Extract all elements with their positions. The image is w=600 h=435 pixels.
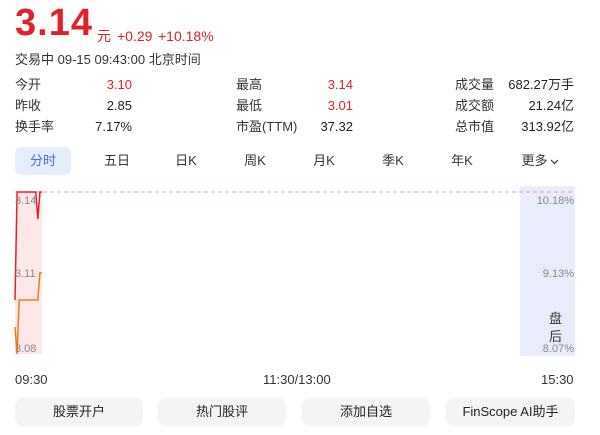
tab-monthly-k[interactable]: 月K xyxy=(296,147,352,175)
stat-value-prev-close: 2.85 xyxy=(106,98,132,113)
stat-value-volume: 682.27万手 xyxy=(508,77,574,92)
y-tick-label-left: 3.14 xyxy=(15,195,36,207)
add-watchlist-button[interactable]: 添加自选 xyxy=(302,398,430,426)
price-change: +0.29 xyxy=(117,28,153,44)
stat-label-turnover: 成交额 xyxy=(455,98,495,113)
price-unit: 元 xyxy=(97,28,111,44)
tab-weekly-k[interactable]: 周K xyxy=(227,147,283,175)
intraday-chart: 3.143.113.0810.18%9.13%8.07%盘后 xyxy=(14,186,575,356)
hot-commentary-button[interactable]: 热门股评 xyxy=(158,398,286,426)
stat-label-high: 最高 xyxy=(236,77,263,92)
stat-value-turnover-rate: 7.17% xyxy=(95,119,132,134)
x-tick-label-close: 15:30 xyxy=(541,372,574,387)
after-hours-label: 盘 xyxy=(549,311,562,327)
stat-value-low: 3.01 xyxy=(327,98,353,113)
tab-daily-k[interactable]: 日K xyxy=(158,147,214,175)
stat-value-open: 3.10 xyxy=(106,77,132,92)
tab-more-label: 更多 xyxy=(521,153,548,168)
stat-label-turnover-rate: 换手率 xyxy=(15,119,55,134)
trading-status: 交易中 09-15 09:43:00 北京时间 xyxy=(15,52,201,67)
x-tick-label-midday: 11:30/13:00 xyxy=(263,372,331,387)
after-hours-label: 后 xyxy=(549,330,562,345)
y-tick-label-right: 9.13% xyxy=(543,268,574,280)
y-tick-label-right: 10.18% xyxy=(537,195,575,207)
x-tick-label-open: 09:30 xyxy=(15,372,48,387)
stat-label-open: 今开 xyxy=(15,77,42,92)
stat-label-prev-close: 昨收 xyxy=(15,98,42,113)
tab-intraday[interactable]: 分时 xyxy=(15,147,71,175)
y-tick-label-left: 3.11 xyxy=(15,268,36,280)
open-account-button[interactable]: 股票开户 xyxy=(15,398,143,426)
tab-quarterly-k[interactable]: 季K xyxy=(365,147,421,175)
tab-five-day[interactable]: 五日 xyxy=(89,147,145,175)
tab-more[interactable]: 更多 xyxy=(509,147,571,175)
stat-label-low: 最低 xyxy=(236,98,263,113)
tab-yearly-k[interactable]: 年K xyxy=(434,147,490,175)
stat-value-turnover: 21.24亿 xyxy=(528,98,574,113)
stat-value-market-cap: 313.92亿 xyxy=(521,119,574,134)
stat-label-pe: 市盈(TTM) xyxy=(236,119,298,134)
price-change-percent: +10.18% xyxy=(158,28,214,44)
ai-assistant-button[interactable]: FinScope AI助手 xyxy=(446,398,575,426)
stat-value-pe: 37.32 xyxy=(320,119,353,134)
stat-label-market-cap: 总市值 xyxy=(455,119,495,134)
stat-label-volume: 成交量 xyxy=(455,77,495,92)
chevron-down-icon xyxy=(550,147,559,175)
y-tick-label-left: 3.08 xyxy=(15,343,36,355)
period-tab-bar: 分时 五日 日K 周K 月K 季K 年K 更多 xyxy=(15,147,575,175)
current-price: 3.14 xyxy=(15,2,93,44)
stat-value-high: 3.14 xyxy=(327,77,353,92)
